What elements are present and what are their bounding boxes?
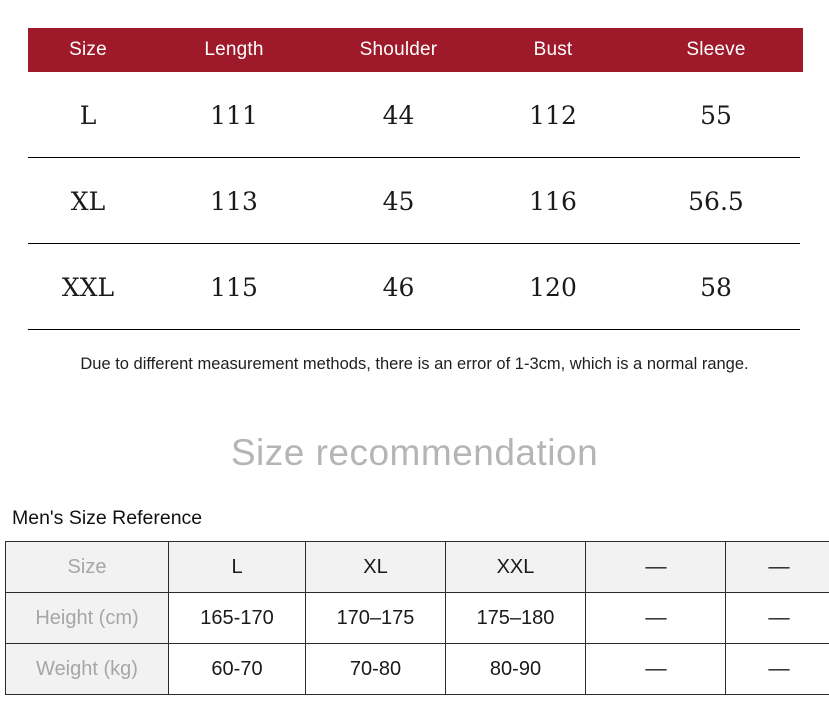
cell-shoulder: 45 [382,186,415,216]
reference-row-height: Height (cm) 165-170 170–175 175–180 –– –… [5,592,829,644]
cell-length: 111 [210,100,258,130]
cell-sleeve: 56.5 [688,186,744,216]
size-chart-row: L 111 44 112 55 [0,72,829,158]
size-chart-row: XL 113 45 116 56.5 [0,158,829,244]
measurement-disclaimer: Due to different measurement methods, th… [80,355,749,373]
size-chart-header-sleeve: Sleeve [686,39,746,60]
cell-bust: 116 [529,186,577,216]
cell-shoulder: 44 [382,100,415,130]
cell-bust: 112 [529,100,577,130]
reference-cell-height-empty-2: –– [725,592,829,644]
reference-cell-height-xl: 170–175 [305,592,446,644]
size-chart-header-bust: Bust [533,39,573,60]
size-chart-body: L 111 44 112 55 XL 113 45 116 56.5 XXL 1… [0,72,829,330]
size-reference-table: Size L XL XXL –– –– Height (cm) 165-170 … [5,541,829,695]
reference-cell-weight-xl: 70-80 [305,643,446,695]
reference-cell-weight-l: 60-70 [168,643,306,695]
cell-sleeve: 55 [700,100,732,130]
reference-cell-height-empty-1: –– [585,592,726,644]
size-chart-header-row: Size Length Shoulder Bust Sleeve [28,28,803,72]
reference-cell-height-l: 165-170 [168,592,306,644]
reference-header-size: Size [5,541,169,593]
reference-row-weight: Weight (kg) 60-70 70-80 80-90 –– –– [5,643,829,695]
size-chart-header-size: Size [69,39,107,60]
cell-bust: 120 [529,272,577,302]
cell-shoulder: 46 [382,272,415,302]
cell-sleeve: 58 [700,272,732,302]
size-chart-header-length: Length [204,39,264,60]
reference-header-l: L [168,541,306,593]
reference-row-label-weight: Weight (kg) [5,643,169,695]
reference-header-row: Size L XL XXL –– –– [5,541,829,593]
size-recommendation-title: Size recommendation [230,432,599,473]
reference-header-xxl: XXL [445,541,586,593]
reference-header-empty-1: –– [585,541,726,593]
cell-size: XXL [61,272,115,302]
reference-cell-weight-empty-1: –– [585,643,726,695]
reference-cell-weight-empty-2: –– [725,643,829,695]
cell-length: 113 [210,186,258,216]
cell-size: XL [70,186,106,216]
size-chart-row: XXL 115 46 120 58 [0,244,829,330]
cell-length: 115 [210,272,258,302]
reference-row-label-height: Height (cm) [5,592,169,644]
row-divider [28,328,800,330]
mens-size-reference-label: Men's Size Reference [12,507,203,529]
cell-size: L [79,100,97,130]
reference-cell-weight-xxl: 80-90 [445,643,586,695]
reference-header-empty-2: –– [725,541,829,593]
reference-header-xl: XL [305,541,446,593]
reference-cell-height-xxl: 175–180 [445,592,586,644]
size-chart-header-shoulder: Shoulder [359,39,438,60]
